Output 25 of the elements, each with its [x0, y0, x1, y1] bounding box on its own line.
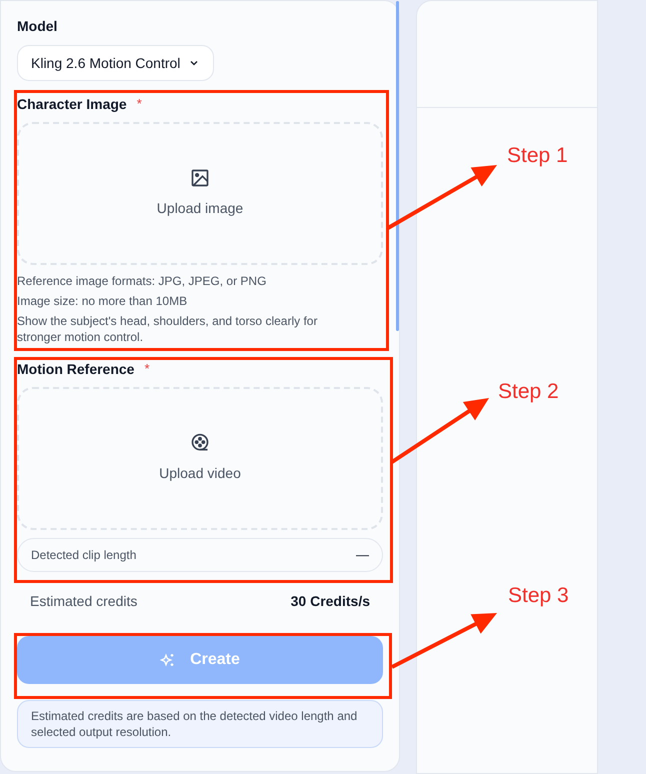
upload-dropzone[interactable]: Upload video — [17, 387, 383, 530]
credits-value: 30 Credits/s — [290, 592, 370, 611]
required-mark: * — [136, 95, 142, 113]
upload-label: Upload image — [156, 199, 244, 218]
step-label: Step 3 — [508, 583, 569, 609]
upload-label: Upload video — [159, 464, 241, 483]
section-label: Character Image — [17, 95, 127, 113]
hint-text: Reference image formats: JPG, JPEG, or PNG — [17, 273, 268, 289]
film-reel-icon — [190, 433, 210, 453]
hint-text: Image size: no more than 10MB — [17, 293, 188, 309]
clip-length-label: Detected clip length — [31, 547, 136, 564]
image-icon — [190, 168, 210, 188]
required-mark: * — [144, 360, 150, 378]
sparkle-icon — [160, 652, 176, 668]
hint-text: Show the subject's head, shoulders, and torso clearly for stronger motion control. — [17, 313, 318, 345]
scrollbar-thumb[interactable] — [396, 1, 399, 331]
upload-dropzone[interactable]: Upload image — [17, 122, 383, 265]
section-label: Motion Reference — [17, 360, 134, 378]
credits-label: Estimated credits — [30, 592, 138, 611]
step-label: Step 2 — [498, 379, 559, 405]
model-dropdown[interactable]: Kling 2.6 Motion Control — [17, 45, 214, 81]
step-label: Step 1 — [507, 143, 568, 169]
clip-length-value: — — [356, 546, 369, 564]
model-label: Model — [17, 17, 58, 35]
info-note: Estimated credits are based on the detected video length and selected output resolution. — [17, 700, 383, 748]
